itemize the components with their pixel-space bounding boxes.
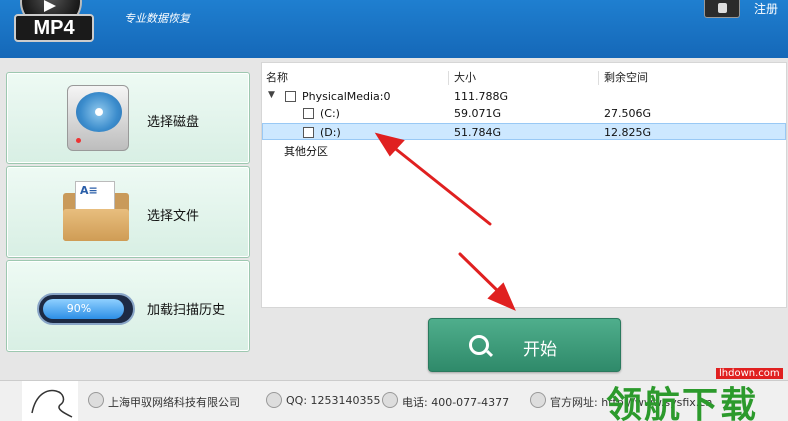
start-label: 开始 bbox=[523, 340, 557, 360]
tree-row-drive-d[interactable]: (D:) 51.784G 12.825G bbox=[262, 123, 786, 140]
select-disk-label: 选择磁盘 bbox=[147, 115, 200, 130]
lock-button[interactable] bbox=[704, 0, 740, 18]
phone-icon bbox=[382, 392, 398, 408]
progress-percent: 90% bbox=[66, 302, 92, 315]
folder-icon: A≡ bbox=[63, 181, 129, 241]
building-icon bbox=[88, 392, 104, 408]
column-header-size[interactable]: 大小 bbox=[454, 69, 476, 85]
watermark-text: 领航下载 bbox=[606, 385, 759, 421]
lock-icon bbox=[718, 3, 727, 13]
qq-icon bbox=[266, 392, 282, 408]
search-icon bbox=[469, 335, 489, 355]
select-file-label: 选择文件 bbox=[147, 209, 200, 224]
app-logo: MP4 bbox=[10, 0, 94, 44]
load-history-label: 加载扫描历史 bbox=[147, 303, 226, 318]
column-header-free[interactable]: 剩余空间 bbox=[604, 69, 648, 85]
play-icon bbox=[44, 0, 56, 12]
hard-disk-icon bbox=[67, 85, 129, 151]
watermark: 领航下载 lhdown.com bbox=[606, 368, 788, 421]
progress-bar-icon: 90% bbox=[37, 293, 135, 325]
horse-logo-icon bbox=[22, 381, 78, 421]
tree-row-physical-media[interactable]: ▼ PhysicalMedia:0 111.788G bbox=[262, 88, 786, 105]
phone-number: 电话: 400-077-4377 bbox=[402, 396, 510, 409]
collapse-arrow-icon[interactable]: ▼ bbox=[268, 90, 275, 100]
checkbox[interactable] bbox=[303, 127, 314, 138]
tree-row-other-partitions[interactable]: 其他分区 bbox=[262, 141, 786, 158]
left-panel: 选择磁盘 A≡ 选择文件 90% 加载扫描历史 bbox=[0, 64, 254, 360]
mp4-badge: MP4 bbox=[14, 14, 94, 42]
load-history-button[interactable]: 90% 加载扫描历史 bbox=[6, 260, 250, 352]
globe-icon bbox=[530, 392, 546, 408]
company-name: 上海甲驭网络科技有限公司 bbox=[108, 396, 240, 409]
watermark-site: lhdown.com bbox=[716, 368, 783, 379]
slogan: 专业数据恢复 bbox=[124, 12, 190, 25]
select-file-button[interactable]: A≡ 选择文件 bbox=[6, 166, 250, 258]
column-header-name[interactable]: 名称 bbox=[266, 69, 288, 85]
disk-tree: 名称 大小 剩余空间 ▼ PhysicalMedia:0 111.788G (C… bbox=[261, 62, 787, 308]
app-header: MP4 专业数据恢复 注册 bbox=[0, 0, 788, 58]
start-button[interactable]: 开始 bbox=[428, 318, 621, 372]
register-link[interactable]: 注册 bbox=[754, 0, 778, 17]
checkbox[interactable] bbox=[303, 108, 314, 119]
checkbox[interactable] bbox=[285, 91, 296, 102]
tree-row-drive-c[interactable]: (C:) 59.071G 27.506G bbox=[262, 105, 786, 122]
qq-number: QQ: 1253140355 bbox=[286, 394, 381, 407]
tree-header: 名称 大小 剩余空间 bbox=[262, 67, 786, 85]
select-disk-button[interactable]: 选择磁盘 bbox=[6, 72, 250, 164]
